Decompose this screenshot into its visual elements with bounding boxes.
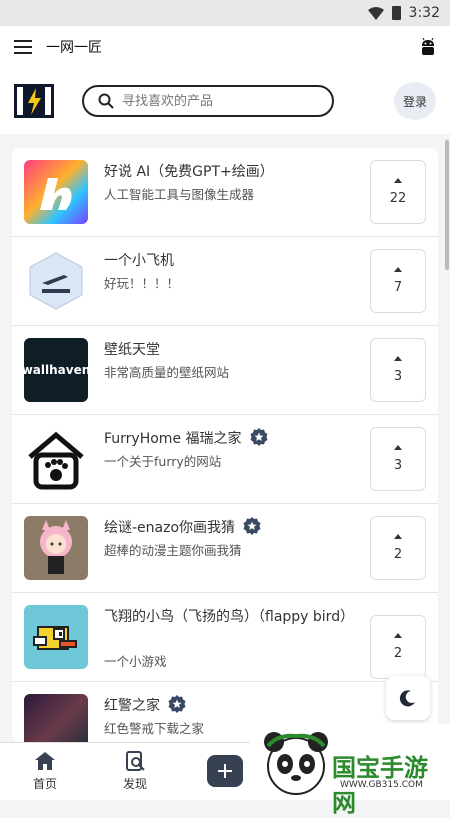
search-icon (98, 93, 114, 109)
product-desc: 一个关于furry的网站 (104, 454, 222, 469)
verified-badge-icon (168, 695, 186, 713)
dark-mode-button[interactable] (386, 676, 430, 720)
product-name: 飞翔的小鸟（飞扬的鸟）（flappy bird） (104, 609, 355, 625)
flappy-bird-image (33, 626, 77, 650)
product-thumbnail (24, 249, 88, 313)
product-list: 好说 AI（免费GPT+绘画） 人工智能工具与图像生成器 22 一个小飞机 好玩… (12, 148, 438, 742)
verified-badge-icon (250, 428, 268, 446)
upvote-button[interactable]: 3 (370, 338, 426, 402)
product-name: FurryHome 福瑞之家 (104, 428, 360, 450)
anime-character-image (40, 520, 72, 574)
product-thumbnail (24, 605, 88, 669)
android-icon[interactable] (420, 38, 436, 56)
wifi-icon (367, 6, 384, 20)
product-thumbnail (24, 694, 88, 742)
product-name: 绘谜-enazo你画我猜 (104, 517, 360, 539)
product-desc: 非常高质量的壁纸网站 (104, 365, 230, 380)
menu-icon[interactable] (14, 40, 32, 54)
login-label: 登录 (402, 94, 427, 109)
site-logo[interactable] (14, 84, 54, 118)
vote-count: 2 (393, 646, 403, 661)
list-item[interactable]: 绘谜-enazo你画我猜 超棒的动漫主题你画我猜 2 (12, 504, 438, 593)
panda-logo (264, 732, 328, 795)
vote-count: 2 (393, 547, 403, 562)
product-thumbnail: wallhaven (24, 338, 88, 402)
search-input[interactable] (122, 93, 312, 109)
vote-count: 3 (393, 458, 403, 473)
battery-icon (391, 6, 401, 20)
product-desc: 好玩！！！！ (104, 276, 180, 291)
product-name: 好说 AI（免费GPT+绘画） (104, 164, 274, 180)
upvote-icon (394, 267, 402, 272)
list-item[interactable]: wallhaven 壁纸天堂 非常高质量的壁纸网站 3 (12, 326, 438, 415)
upvote-icon (394, 445, 402, 450)
app-title: 一网一匠 (46, 40, 102, 56)
product-thumbnail (24, 160, 88, 224)
nav-home[interactable]: 首页 (15, 751, 75, 792)
vote-count: 7 (393, 280, 403, 295)
product-name: 一个小飞机 (104, 253, 174, 269)
vote-count: 22 (389, 191, 407, 206)
app-bar: 一网一匠 (0, 26, 450, 68)
product-thumbnail (24, 516, 88, 580)
list-item[interactable]: 飞翔的小鸟（飞扬的鸟）（flappy bird） 一个小游戏 2 (12, 593, 438, 682)
vote-count: 3 (393, 369, 403, 384)
moon-icon (399, 690, 415, 707)
upvote-icon (394, 534, 402, 539)
paw-house-icon (28, 431, 84, 490)
add-button[interactable] (207, 755, 243, 787)
upvote-icon (394, 178, 402, 183)
list-item[interactable]: FurryHome 福瑞之家 一个关于furry的网站 3 (12, 415, 438, 504)
upvote-icon (394, 356, 402, 361)
upvote-button[interactable]: 3 (370, 427, 426, 491)
nav-discover[interactable]: 发现 (105, 751, 165, 792)
watermark: 国宝手游网 WWW.GB315.COM (250, 724, 450, 817)
upvote-icon (394, 633, 402, 638)
status-time: 3:32 (408, 5, 440, 21)
list-item[interactable]: 一个小飞机 好玩！！！！ 7 (12, 237, 438, 326)
upvote-button[interactable]: 2 (370, 615, 426, 679)
product-name: 壁纸天堂 (104, 342, 160, 358)
product-desc: 超棒的动漫主题你画我猜 (104, 543, 242, 558)
nav-home-label: 首页 (32, 777, 57, 791)
list-item[interactable]: 好说 AI（免费GPT+绘画） 人工智能工具与图像生成器 22 (12, 148, 438, 237)
wallhaven-logo-text: wallhaven (24, 363, 88, 377)
product-name: 红警之家 (104, 695, 360, 717)
upvote-button[interactable]: 22 (370, 160, 426, 224)
discover-icon (126, 751, 145, 771)
header: 登录 (0, 68, 450, 134)
status-bar: 3:32 (0, 0, 450, 26)
plus-icon (218, 764, 232, 778)
product-desc: 一个小游戏 (104, 654, 167, 669)
search-box[interactable] (82, 85, 334, 117)
upvote-button[interactable]: 2 (370, 516, 426, 580)
watermark-url: WWW.GB315.COM (340, 780, 423, 790)
home-icon (35, 752, 55, 770)
product-thumbnail (24, 427, 88, 491)
verified-badge-icon (243, 517, 261, 535)
upvote-button[interactable]: 7 (370, 249, 426, 313)
scrollbar[interactable] (445, 140, 449, 270)
login-button[interactable]: 登录 (394, 82, 436, 120)
product-desc: 人工智能工具与图像生成器 (104, 187, 255, 202)
nav-discover-label: 发现 (122, 777, 147, 791)
